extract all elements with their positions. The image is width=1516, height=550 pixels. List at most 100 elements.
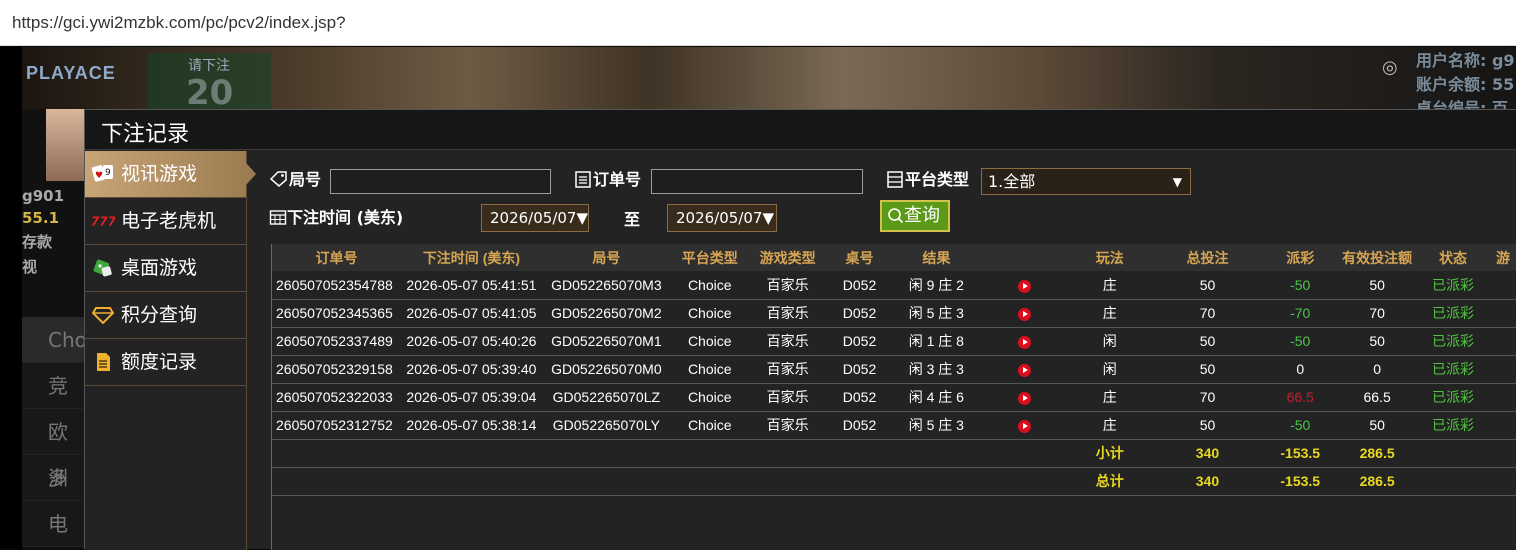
- video-play-icon[interactable]: [1017, 363, 1031, 377]
- search-icon: [888, 208, 904, 224]
- side-video[interactable]: 视: [22, 256, 84, 277]
- time-label-text: 下注时间 (美东): [287, 208, 404, 227]
- cell-time: 2026-05-07 05:38:14: [400, 411, 542, 440]
- svg-text:♥: ♥: [95, 171, 103, 181]
- replay-cell: [980, 355, 1068, 384]
- cell-payout: -50: [1263, 327, 1338, 356]
- col-header: 游: [1495, 249, 1510, 266]
- cell-play: 庄: [1067, 271, 1152, 300]
- col-header: 局号: [592, 249, 621, 266]
- round-input[interactable]: [330, 169, 551, 194]
- col-header: 总投注: [1186, 249, 1229, 266]
- platform-label-text: 平台类型: [905, 170, 970, 189]
- game-menu-item[interactable]: Cho: [22, 317, 87, 363]
- cell-status: 已派彩: [1417, 299, 1489, 328]
- cell-platform: Choice: [670, 411, 749, 440]
- subtotal-label: 小计: [1067, 439, 1152, 468]
- empty-cell: [400, 467, 542, 496]
- nav-item-points[interactable]: 积分查询: [85, 292, 246, 339]
- bet-prompt: 请下注: [188, 58, 230, 74]
- table-row: 260507052329158 2026-05-07 05:39:40 GD0522…: [272, 355, 1516, 384]
- game-menu-item[interactable]: 多: [22, 455, 84, 501]
- to-label: 至: [624, 210, 641, 229]
- total-bet: 340: [1151, 467, 1264, 496]
- nav-item-table-games[interactable]: 桌面游戏: [85, 245, 246, 292]
- table-row: 260507052345365 2026-05-07 05:41:05 GD0522…: [272, 299, 1516, 328]
- extra-cell: [1488, 411, 1516, 440]
- diamond-icon: [91, 304, 115, 326]
- video-play-icon[interactable]: [1017, 279, 1031, 293]
- receipt-icon: [575, 171, 591, 188]
- replay-cell: [980, 383, 1068, 412]
- video-play-icon[interactable]: [1017, 307, 1031, 321]
- table-row: 260507052322033 2026-05-07 05:39:04 GD0522…: [272, 383, 1516, 412]
- subtotal-payout: -153.5: [1263, 439, 1338, 468]
- empty-cell: [826, 439, 893, 468]
- date-to-picker[interactable]: 2026/05/07▼: [667, 204, 777, 232]
- nav-item-video-games[interactable]: ♥ 9 视讯游戏: [85, 151, 256, 198]
- cell-bet: 70: [1151, 383, 1264, 412]
- nav-item-label: 视讯游戏: [121, 163, 198, 185]
- col-header: 状态: [1439, 249, 1468, 266]
- document-icon: [91, 351, 115, 373]
- nav-item-credit-records[interactable]: 额度记录: [85, 339, 246, 386]
- cell-order: 260507052337489: [272, 327, 401, 356]
- filter-bar: 局号 订单号 平台类型 1.全部 ▼ 下注时间 (美东) 2026/05/07▼…: [269, 165, 1516, 245]
- order-input[interactable]: [651, 169, 863, 194]
- col-header: 订单号: [315, 249, 358, 266]
- empty-cell: [1417, 467, 1489, 496]
- game-menu-item[interactable]: 竞: [22, 363, 84, 409]
- svg-text:777: 777: [91, 215, 115, 229]
- left-strip: [0, 47, 22, 549]
- cell-payout: -50: [1263, 411, 1338, 440]
- cell-status: 已派彩: [1417, 327, 1489, 356]
- user-balance: 账户余额: 55: [1416, 75, 1515, 94]
- col-header: 桌号: [845, 249, 874, 266]
- video-play-icon[interactable]: [1017, 335, 1031, 349]
- user-name: 用户名称: g9: [1416, 51, 1515, 70]
- cell-time: 2026-05-07 05:39:40: [400, 355, 542, 384]
- col-header: 游戏类型: [759, 249, 816, 266]
- playace-logo: PLAYACE: [26, 63, 116, 83]
- extra-cell: [1488, 271, 1516, 300]
- empty-cell: [541, 467, 671, 496]
- cell-game: 百家乐: [748, 355, 827, 384]
- game-menu-item[interactable]: 电子: [22, 501, 84, 547]
- cell-table: D052: [826, 299, 893, 328]
- bet-timer: 20: [186, 73, 234, 113]
- side-deposit[interactable]: 存款: [22, 231, 84, 252]
- bet-record-modal: 下注记录 ♥ 9 视讯游戏 777 电子老虎机 桌面游戏 积分查询 额度记录 局…: [84, 109, 1516, 550]
- video-play-icon[interactable]: [1017, 419, 1031, 433]
- search-button[interactable]: 查询: [880, 200, 950, 232]
- side-balance: 55.1: [22, 209, 60, 227]
- platform-select[interactable]: 1.全部 ▼: [981, 168, 1191, 195]
- nav-item-slots[interactable]: 777 电子老虎机: [85, 198, 246, 245]
- subtotal-valid: 286.5: [1337, 439, 1418, 468]
- chevron-down-icon: ▼: [1172, 175, 1182, 189]
- cell-round: GD052265070M0: [541, 355, 671, 384]
- order-label-text: 订单号: [593, 170, 642, 189]
- date-from-picker[interactable]: 2026/05/07▼: [481, 204, 589, 232]
- cell-valid: 50: [1337, 411, 1418, 440]
- cell-order: 260507052329158: [272, 355, 401, 384]
- total-payout: -153.5: [1263, 467, 1338, 496]
- url-text[interactable]: https://gci.ywi2mzbk.com/pc/pcv2/index.j…: [12, 13, 346, 33]
- nav-item-label: 电子老虎机: [121, 210, 217, 232]
- modal-header: 下注记录: [85, 110, 1516, 150]
- video-play-icon[interactable]: [1017, 391, 1031, 405]
- empty-cell: [272, 467, 401, 496]
- cell-valid: 50: [1337, 271, 1418, 300]
- cell-round: GD052265070LZ: [541, 383, 671, 412]
- empty-cell: [670, 439, 749, 468]
- total-label: 总计: [1067, 467, 1152, 496]
- cell-bet: 70: [1151, 299, 1264, 328]
- cell-result: 闲 5 庄 3: [892, 411, 981, 440]
- cell-time: 2026-05-07 05:41:05: [400, 299, 542, 328]
- round-label-text: 局号: [289, 170, 322, 189]
- cell-payout: -70: [1263, 299, 1338, 328]
- cell-round: GD052265070M3: [541, 271, 671, 300]
- cell-game: 百家乐: [748, 299, 827, 328]
- table-row: 260507052354788 2026-05-07 05:41:51 GD0522…: [272, 271, 1516, 300]
- game-menu-item[interactable]: 欧洲: [22, 409, 84, 490]
- browser-address-bar[interactable]: https://gci.ywi2mzbk.com/pc/pcv2/index.j…: [0, 0, 1516, 46]
